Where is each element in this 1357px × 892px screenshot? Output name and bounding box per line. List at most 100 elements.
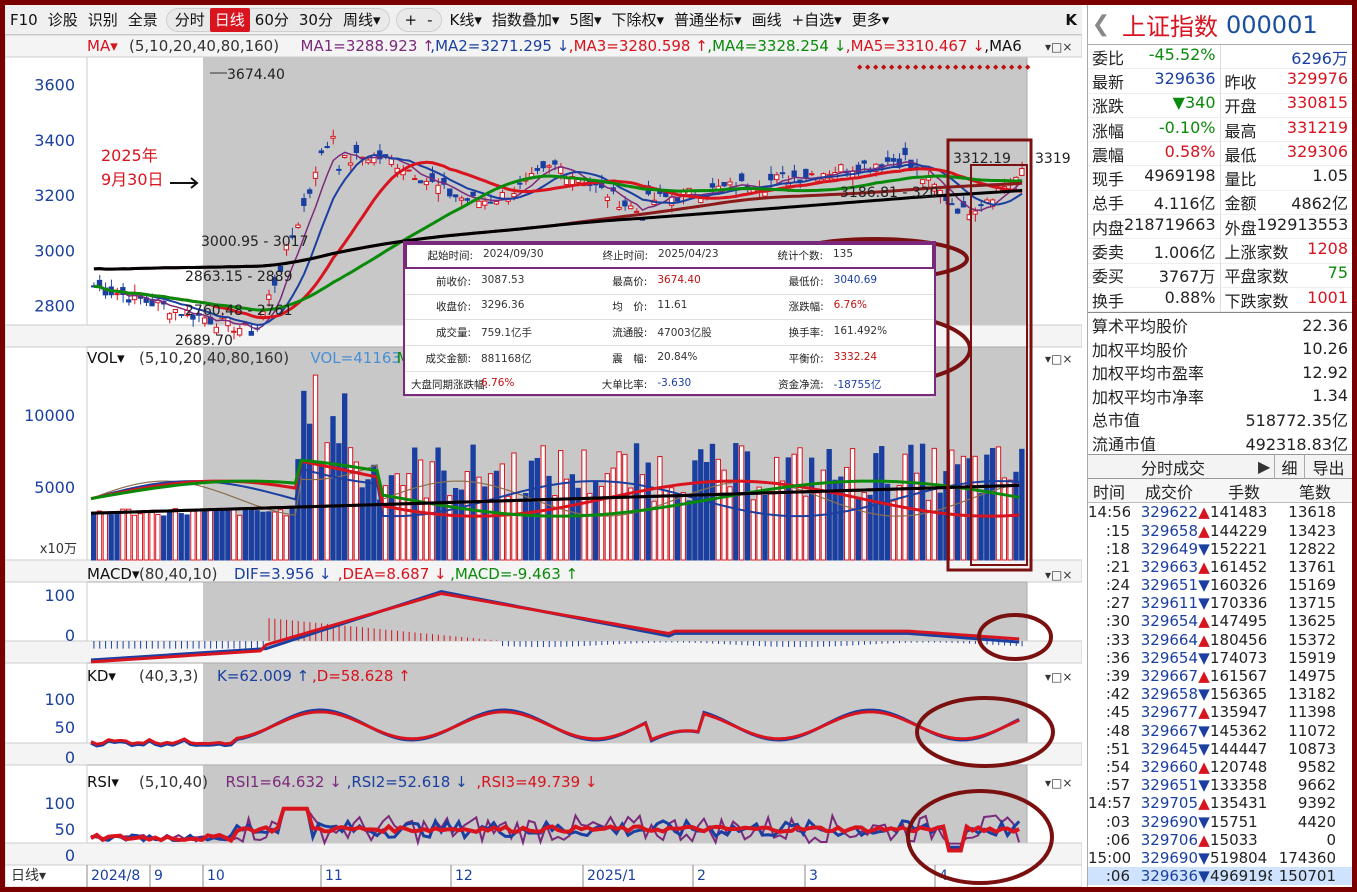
marker-icon: ◆ [921, 63, 927, 71]
quote-label: 委买 [1092, 267, 1125, 287]
candle [406, 169, 412, 172]
pane-close-icon: ▾□× [1045, 776, 1072, 790]
quote-label: 委比 [1092, 48, 1125, 68]
draw-line-button[interactable]: 画线 [747, 8, 787, 32]
tick-cell: 13423 [1288, 521, 1336, 540]
tick-cell: ▼ [1198, 594, 1210, 613]
kd-axis-label: 100 [44, 690, 75, 709]
tick-cell: 329706 [1140, 830, 1198, 849]
candle [738, 173, 745, 182]
export-button[interactable]: 导出 [1304, 454, 1352, 479]
level-label: 2863.15 - 2889 [185, 269, 292, 285]
candle [336, 168, 342, 171]
volume-bar [750, 499, 756, 561]
prev-stock-icon[interactable]: ❮ [1088, 12, 1114, 37]
zoom-in-button[interactable]: + [400, 8, 423, 32]
marker-icon: ◆ [969, 63, 975, 71]
candle [534, 168, 540, 171]
kd-value: ,D=58.628 ↑ [312, 667, 411, 685]
tick-cell: :06 [1105, 867, 1130, 886]
play-icon[interactable]: ▶ [1258, 457, 1274, 476]
tick-cell: 329667 [1140, 667, 1198, 686]
index-overlay-menu[interactable]: 指数叠加▾ [487, 8, 565, 32]
tick-row: :33 329664 ▲ 180456 15372 [1088, 631, 1352, 649]
tick-cell: 329645 [1140, 739, 1198, 758]
zoom-out-button[interactable]: - [422, 8, 437, 32]
candle [768, 173, 774, 181]
volume-bar [365, 479, 371, 561]
volume-bar [219, 510, 225, 561]
quote-value: 1.006亿 [1153, 243, 1216, 263]
candle [213, 326, 219, 334]
dialog-value: 161.492% [833, 325, 888, 338]
tick-cell: 329660 [1140, 757, 1198, 776]
collapse-icon[interactable]: K [1060, 8, 1082, 32]
volume-bar [359, 487, 365, 561]
diagnose-button[interactable]: 诊股 [43, 8, 83, 32]
candle [890, 158, 897, 162]
tick-cell: :03 [1105, 812, 1130, 831]
volume-bar [803, 495, 809, 561]
volume-bar [236, 514, 243, 561]
kline-menu[interactable]: K线▾ [445, 8, 487, 32]
volume-bar [266, 511, 272, 561]
quote-label: 最低 [1224, 145, 1257, 165]
volume-bar [849, 448, 856, 561]
quote-label: 金额 [1224, 194, 1257, 214]
volume-bar [196, 508, 202, 561]
candle [954, 208, 961, 214]
exright-menu[interactable]: 下除权▾ [607, 8, 670, 32]
tick-row: :24 329651 ▼ 160326 15169 [1088, 576, 1352, 594]
marker-icon: ◆ [1009, 63, 1015, 71]
volume-bar [534, 457, 540, 561]
tick-cell: 135431 [1210, 794, 1268, 813]
tick-row: :06 329706 ▲ 15033 0 [1088, 831, 1352, 849]
tick-cell: :30 [1105, 612, 1130, 631]
tick-cell: 13618 [1288, 503, 1336, 522]
index-name: 上证指数 [1122, 13, 1218, 41]
tick-list[interactable]: 14:56 329622 ▲ 141483 13618:15 329658 ▲ 144229 1… [1088, 503, 1352, 886]
dialog-value: 11.61 [657, 299, 688, 312]
volume-bar [254, 510, 260, 561]
period-60min[interactable]: 60分 [250, 8, 294, 32]
kd-label: KD▾ [87, 667, 116, 685]
coordinate-menu[interactable]: 普通坐标▾ [669, 8, 747, 32]
marker-icon: ◆ [1001, 63, 1007, 71]
period-weekly[interactable]: 周线▾ [338, 8, 386, 32]
stat-label: 加权平均股价 [1092, 340, 1189, 360]
five-chart-menu[interactable]: 5图▾ [564, 8, 606, 32]
quote-header: ❮ 上证指数 000001 [1088, 5, 1352, 45]
volume-bar [517, 499, 523, 561]
tick-cell: 329654 [1140, 612, 1198, 631]
more-menu[interactable]: 更多▾ [847, 8, 895, 32]
volume-bar [96, 510, 103, 561]
period-intraday[interactable]: 分时 [170, 8, 210, 32]
volume-bar [324, 442, 330, 561]
period-daily[interactable]: 日线 [209, 7, 250, 32]
quote-label: 上涨家数 [1224, 243, 1289, 263]
candle [633, 210, 640, 213]
period-30min[interactable]: 30分 [294, 8, 338, 32]
identify-button[interactable]: 识别 [83, 8, 123, 32]
stock-chart[interactable]: MA▾ (5,10,20,40,80,160) MA1=3288.923 ↑,MA2… [5, 35, 1082, 887]
dialog-value: 3087.53 [481, 273, 525, 286]
f10-button[interactable]: F10 [5, 8, 43, 32]
tick-cell: 141483 [1210, 503, 1268, 522]
panorama-button[interactable]: 全景 [123, 8, 163, 32]
macd-value: ,MACD=-9.463 ↑ [450, 565, 578, 583]
dialog-label: 大盘同期涨跌幅: [411, 378, 489, 391]
volume-bar [873, 453, 879, 561]
price-axis-label: 2800 [34, 297, 75, 316]
watchlist-menu[interactable]: +自选▾ [787, 8, 847, 32]
tick-cell: :42 [1105, 685, 1130, 704]
macd-params: (80,40,10) [139, 565, 218, 583]
tick-cell: 11072 [1288, 721, 1336, 740]
interval-stats-dialog[interactable]: 起始时间: 2024/09/30 终止时间: 2025/04/23 统计个数: 135 前收… [403, 241, 936, 398]
tick-cell: 161567 [1210, 667, 1268, 686]
candle [178, 314, 184, 317]
quote-row: 涨跌 ▼340 开盘 330815 [1088, 93, 1352, 118]
index-code: 000001 [1226, 10, 1318, 39]
detail-button[interactable]: 细 [1274, 454, 1304, 479]
tick-cell: :18 [1105, 539, 1130, 558]
tick-cell: 329663 [1140, 557, 1198, 576]
